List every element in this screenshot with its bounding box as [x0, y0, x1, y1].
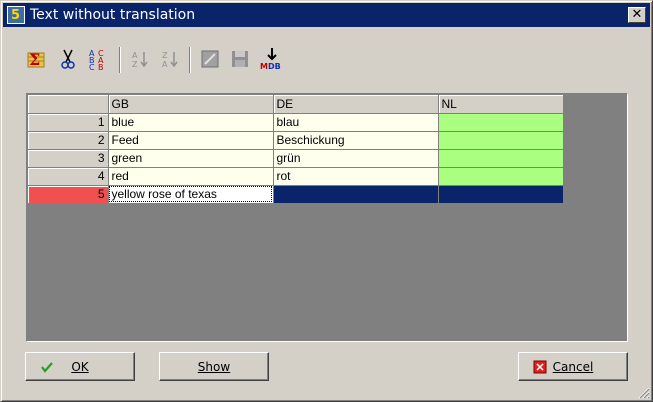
svg-text:B: B: [98, 63, 104, 71]
cell-gb[interactable]: blue: [108, 113, 274, 132]
corner-header: [28, 95, 109, 114]
sort-ascending-button[interactable]: A Z: [127, 45, 153, 73]
svg-text:Z: Z: [132, 60, 138, 69]
save-button[interactable]: [227, 45, 253, 73]
svg-text:A: A: [132, 51, 138, 60]
cell-nl[interactable]: [438, 113, 564, 132]
toolbar-separator: [119, 47, 121, 73]
svg-text:A: A: [162, 60, 168, 69]
row-number[interactable]: 3: [28, 149, 109, 168]
spellcheck-button[interactable]: A B C C A B: [85, 45, 111, 73]
cell-de[interactable]: rot: [273, 167, 439, 186]
cell-de[interactable]: blau: [273, 113, 439, 132]
cell-nl[interactable]: [438, 185, 564, 204]
edit-button[interactable]: [197, 45, 223, 73]
cell-gb[interactable]: green: [108, 149, 274, 168]
header-row: GB DE NL: [28, 95, 564, 114]
svg-text:DB: DB: [268, 62, 281, 71]
row-number[interactable]: 5: [28, 185, 109, 204]
scissors-icon: [61, 49, 75, 69]
ok-label: OK: [71, 359, 89, 374]
cancel-label: Cancel: [552, 359, 594, 374]
svg-text:C: C: [89, 63, 95, 71]
checkmark-icon: [41, 362, 53, 373]
app-icon: 5: [7, 6, 25, 24]
column-header-nl[interactable]: NL: [438, 95, 564, 114]
svg-text:Σ: Σ: [29, 50, 40, 69]
dialog-window: 5 Text without translation ✕ Σ A B C C A…: [0, 0, 653, 402]
sum-icon: Σ: [27, 50, 45, 69]
cell-gb[interactable]: Feed: [108, 131, 274, 150]
cell-de[interactable]: [273, 185, 439, 204]
table-row-active: 5 yellow rose of texas: [28, 185, 564, 204]
close-icon: ✕: [631, 7, 643, 22]
row-number[interactable]: 4: [28, 167, 109, 186]
cell-nl[interactable]: [438, 167, 564, 186]
cell-de[interactable]: grün: [273, 149, 439, 168]
cancel-icon: [533, 360, 547, 374]
column-header-de[interactable]: DE: [273, 95, 439, 114]
row-number[interactable]: 2: [28, 131, 109, 150]
row-number[interactable]: 1: [28, 113, 109, 132]
cell-de[interactable]: Beschickung: [273, 131, 439, 150]
table-row: 2 Feed Beschickung: [28, 131, 564, 150]
table-row: 4 red rot: [28, 167, 564, 186]
sum-button[interactable]: Σ: [23, 45, 49, 73]
cell-gb[interactable]: red: [108, 167, 274, 186]
edit-icon: [201, 50, 219, 68]
table-row: 3 green grün: [28, 149, 564, 168]
show-label: Show: [197, 359, 231, 374]
sort-az-icon: A Z: [132, 51, 148, 69]
cell-nl[interactable]: [438, 131, 564, 150]
ok-button[interactable]: OK: [25, 352, 135, 381]
abc-icon: A B C C A B: [89, 49, 104, 71]
title-bar[interactable]: 5 Text without translation ✕: [3, 3, 650, 27]
toolbar-separator: [189, 47, 191, 73]
cell-nl[interactable]: [438, 149, 564, 168]
grid-table: GB DE NL 1 blue blau 2 Feed Beschickung …: [28, 95, 564, 204]
cell-gb[interactable]: yellow rose of texas: [108, 185, 274, 204]
table-row: 1 blue blau: [28, 113, 564, 132]
svg-text:M: M: [260, 62, 268, 71]
close-button[interactable]: ✕: [628, 7, 646, 23]
resize-grip-icon[interactable]: [638, 387, 650, 399]
translation-grid[interactable]: GB DE NL 1 blue blau 2 Feed Beschickung …: [26, 93, 628, 342]
cut-button[interactable]: [55, 45, 81, 73]
svg-text:Z: Z: [162, 51, 168, 60]
show-button[interactable]: Show: [159, 352, 269, 381]
cancel-button[interactable]: Cancel: [518, 352, 628, 381]
export-mdb-icon: M DB: [260, 48, 281, 71]
sort-descending-button[interactable]: Z A: [157, 45, 183, 73]
column-header-gb[interactable]: GB: [108, 95, 274, 114]
export-mdb-button[interactable]: M DB: [259, 45, 285, 73]
save-icon: [232, 51, 248, 67]
window-title: Text without translation: [30, 7, 196, 23]
sort-za-icon: Z A: [162, 51, 178, 69]
